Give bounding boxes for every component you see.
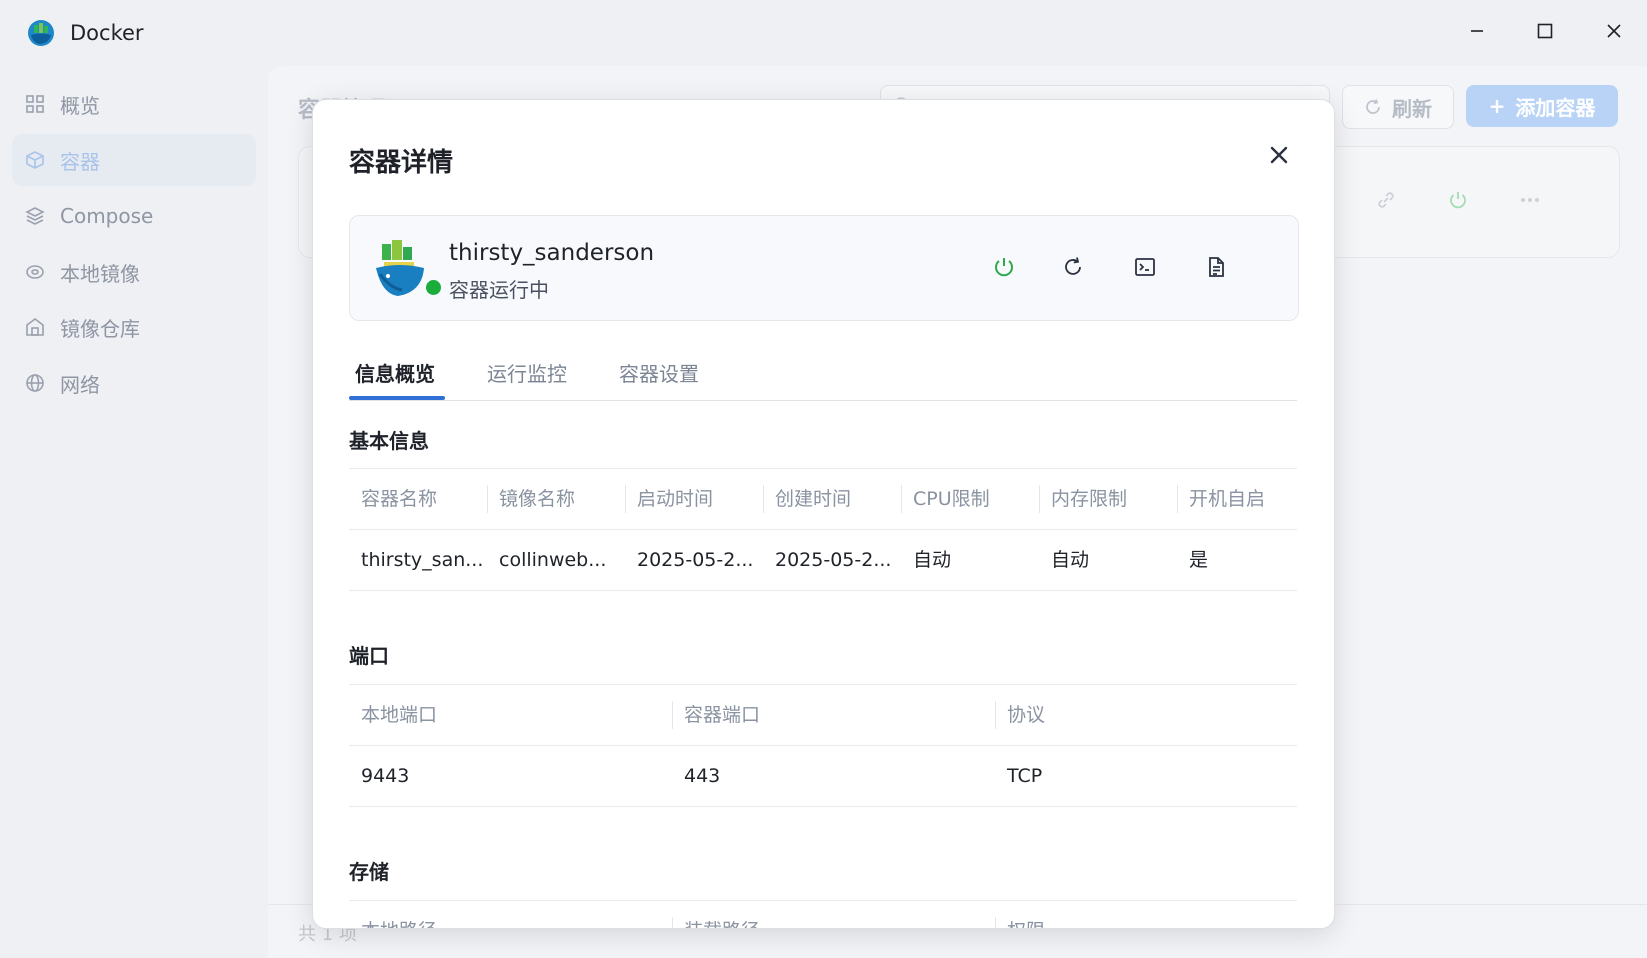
column-header: 协议	[995, 685, 1297, 745]
column-header: CPU限制	[901, 469, 1039, 529]
running-status-dot	[424, 278, 443, 297]
column-header: 创建时间	[763, 469, 901, 529]
table-cell: 443	[684, 765, 721, 787]
more-icon[interactable]	[1519, 189, 1541, 215]
sidebar: 概览 容器 Compose 本地镜像 镜像仓库 网络	[0, 66, 268, 958]
minimize-icon	[1469, 23, 1485, 43]
sidebar-item-label: 容器	[60, 149, 100, 174]
sidebar-item-label: 概览	[60, 93, 100, 118]
add-container-button[interactable]: + 添加容器	[1466, 85, 1618, 127]
minimize-button[interactable]	[1462, 18, 1492, 48]
warehouse-icon	[24, 316, 46, 338]
restart-button[interactable]	[1056, 252, 1090, 286]
column-header: 内存限制	[1039, 469, 1177, 529]
table-header: 本地路径 装载路径 权限	[349, 900, 1297, 928]
column-header: 容器名称	[361, 488, 438, 510]
tab-settings[interactable]: 容器设置	[619, 358, 699, 387]
sidebar-item-label: 网络	[60, 372, 100, 397]
sidebar-item-compose[interactable]: Compose	[12, 190, 256, 242]
disc-icon	[24, 261, 46, 283]
close-window-button[interactable]	[1599, 18, 1629, 48]
app-title: Docker	[70, 21, 144, 45]
add-container-label: 添加容器	[1515, 95, 1596, 120]
storage-title: 存储	[349, 860, 389, 884]
detail-tabs: 信息概览 运行监控 容器设置	[349, 352, 1297, 401]
restart-icon	[1061, 255, 1085, 283]
cube-icon	[24, 149, 46, 171]
ports-table: 本地端口 容器端口 协议 9443 443 TCP	[349, 684, 1297, 807]
sidebar-item-network[interactable]: 网络	[12, 357, 256, 409]
sidebar-item-label: Compose	[60, 204, 154, 228]
ports-title: 端口	[349, 644, 389, 668]
logs-button[interactable]	[1199, 252, 1233, 286]
refresh-icon	[1364, 98, 1382, 116]
container-status: 容器运行中	[449, 278, 549, 302]
dialog-title: 容器详情	[349, 148, 454, 178]
link-icon[interactable]	[1375, 189, 1397, 215]
table-cell: collinweb...	[499, 549, 607, 571]
tab-monitoring[interactable]: 运行监控	[487, 358, 567, 387]
close-icon	[1606, 23, 1622, 43]
docker-logo-icon	[26, 18, 56, 48]
maximize-icon	[1537, 23, 1553, 43]
terminal-button[interactable]	[1128, 252, 1162, 286]
table-cell: 自动	[1051, 549, 1090, 571]
sidebar-item-label: 本地镜像	[60, 261, 140, 286]
sidebar-item-registry[interactable]: 镜像仓库	[12, 301, 256, 353]
column-header: 本地路径	[349, 901, 672, 928]
table-cell: 2025-05-2...	[775, 549, 892, 571]
container-details-dialog: 容器详情 thirsty_sanderson 容器运行中 信息概览 运行监控 容…	[312, 99, 1335, 929]
tab-overview[interactable]: 信息概览	[355, 358, 435, 387]
sidebar-item-containers[interactable]: 容器	[12, 134, 256, 186]
column-header: 镜像名称	[487, 469, 625, 529]
globe-icon	[24, 372, 46, 394]
document-icon	[1204, 255, 1228, 283]
power-icon[interactable]	[1447, 189, 1469, 215]
table-cell: thirsty_san...	[361, 549, 484, 571]
table-header: 本地端口 容器端口 协议	[349, 684, 1297, 746]
table-cell: TCP	[1007, 765, 1043, 787]
column-header: 权限	[995, 901, 1297, 928]
dialog-close-button[interactable]	[1264, 142, 1294, 172]
basic-info-table: 容器名称 镜像名称 启动时间 创建时间 CPU限制 内存限制 开机自启 thir…	[349, 468, 1297, 591]
container-image-logo-icon	[372, 238, 428, 300]
refresh-label: 刷新	[1392, 96, 1432, 121]
sidebar-item-overview[interactable]: 概览	[12, 78, 256, 130]
column-header: 启动时间	[625, 469, 763, 529]
column-header: 本地端口	[361, 704, 438, 726]
sidebar-item-label: 镜像仓库	[60, 316, 140, 341]
refresh-button[interactable]: 刷新	[1342, 85, 1454, 129]
table-row: 9443 443 TCP	[349, 746, 1297, 807]
power-icon	[992, 255, 1016, 283]
column-header: 开机自启	[1177, 469, 1297, 529]
plus-icon: +	[1488, 94, 1506, 118]
column-header: 装载路径	[672, 901, 995, 928]
terminal-icon	[1133, 255, 1157, 283]
storage-table: 本地路径 装载路径 权限	[349, 900, 1297, 928]
title-bar: Docker	[0, 0, 1647, 66]
table-cell: 是	[1189, 549, 1209, 571]
column-header: 容器端口	[672, 685, 995, 745]
table-row: thirsty_san... collinweb... 2025-05-2...…	[349, 530, 1297, 591]
container-name: thirsty_sanderson	[449, 240, 655, 266]
sidebar-item-local-images[interactable]: 本地镜像	[12, 246, 256, 298]
basic-info-title: 基本信息	[349, 429, 429, 453]
table-cell: 2025-05-2...	[637, 549, 754, 571]
layers-icon	[24, 205, 46, 227]
active-tab-indicator	[349, 396, 445, 400]
container-summary-card: thirsty_sanderson 容器运行中	[349, 215, 1299, 321]
table-cell: 自动	[913, 549, 952, 571]
table-cell: 9443	[361, 765, 410, 787]
power-button[interactable]	[987, 252, 1021, 286]
maximize-button[interactable]	[1530, 18, 1560, 48]
table-header: 容器名称 镜像名称 启动时间 创建时间 CPU限制 内存限制 开机自启	[349, 468, 1297, 530]
close-icon	[1269, 145, 1289, 169]
grid-icon	[24, 93, 46, 115]
